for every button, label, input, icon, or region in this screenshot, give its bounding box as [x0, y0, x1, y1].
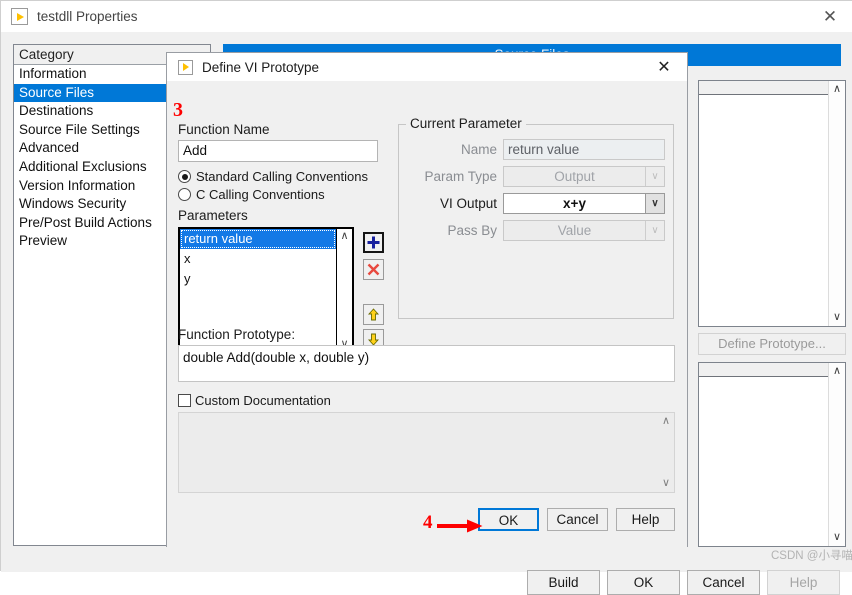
radio-c-calling-conventions-label: C Calling Conventions: [196, 187, 325, 202]
chevron-down-icon: ∨: [661, 477, 671, 489]
parent-window-title: testdll Properties: [37, 9, 138, 24]
custom-documentation-textarea: ∧ ∨: [178, 412, 675, 493]
close-icon[interactable]: ✕: [647, 53, 681, 81]
vi-output-value: x+y: [563, 196, 586, 211]
radio-icon-unselected[interactable]: [178, 188, 191, 201]
always-included-listbox[interactable]: ∧ ∨: [698, 362, 846, 547]
chevron-down-icon[interactable]: ∨: [833, 529, 841, 546]
pass-by-dropdown: Value ∨: [503, 220, 665, 241]
pass-by-value: Value: [557, 223, 592, 238]
move-parameter-up-button[interactable]: [363, 304, 384, 325]
vi-output-label: VI Output: [439, 196, 497, 211]
chevron-up-icon[interactable]: ∧: [340, 229, 348, 244]
param-type-dropdown: Output ∨: [503, 166, 665, 187]
labview-vi-icon: [11, 8, 28, 25]
chevron-down-icon[interactable]: ∨: [833, 309, 841, 326]
exported-vis-listbox-body[interactable]: [699, 95, 845, 325]
exported-vis-listbox-header: [699, 81, 845, 95]
dialog-title: Define VI Prototype: [202, 59, 320, 75]
exported-vis-scrollbar[interactable]: ∧ ∨: [828, 81, 845, 326]
param-type-value: Output: [554, 169, 595, 184]
param-type-label: Param Type: [424, 169, 497, 184]
chevron-up-icon[interactable]: ∧: [833, 81, 841, 98]
parameter-item-return-value[interactable]: return value: [180, 229, 336, 249]
dialog-help-button[interactable]: Help: [616, 508, 675, 531]
chevron-down-icon: ∨: [645, 167, 664, 186]
chevron-up-icon: ∧: [661, 415, 671, 427]
parameters-scrollbar[interactable]: ∧ ∨: [336, 229, 352, 352]
annotation-red-arrow: [437, 519, 483, 533]
function-prototype-label: Function Prototype:: [178, 327, 296, 342]
always-included-listbox-header: [699, 363, 845, 377]
x-icon: [367, 263, 380, 276]
parent-ok-button[interactable]: OK: [607, 570, 680, 595]
parameters-label: Parameters: [178, 208, 248, 223]
custom-documentation-checkbox-row[interactable]: Custom Documentation: [178, 393, 331, 408]
radio-standard-calling-conventions-label: Standard Calling Conventions: [196, 169, 368, 184]
dialog-titlebar: Define VI Prototype ✕: [167, 53, 687, 81]
parent-titlebar: testdll Properties ✕: [1, 1, 852, 32]
always-included-scrollbar[interactable]: ∧ ∨: [828, 363, 845, 546]
function-name-input[interactable]: Add: [178, 140, 378, 162]
build-button[interactable]: Build: [527, 570, 600, 595]
dialog-ok-button[interactable]: OK: [478, 508, 539, 531]
exported-vis-listbox[interactable]: ∧ ∨: [698, 80, 846, 327]
always-included-listbox-body[interactable]: [699, 377, 845, 545]
annotation-step-3: 3: [173, 99, 183, 121]
current-parameter-legend: Current Parameter: [406, 116, 526, 131]
define-prototype-button[interactable]: Define Prototype...: [698, 333, 846, 355]
vi-output-dropdown[interactable]: x+y ∨: [503, 193, 665, 214]
arrow-up-icon: [367, 308, 380, 321]
parent-help-button: Help: [767, 570, 840, 595]
dialog-body: 3 Function Name Add Standard Calling Con…: [167, 81, 687, 548]
chevron-down-icon: ∨: [645, 221, 664, 240]
labview-vi-icon: [178, 59, 193, 75]
dialog-cancel-button[interactable]: Cancel: [547, 508, 608, 531]
define-vi-prototype-dialog: Define VI Prototype ✕ 3 Function Name Ad…: [166, 52, 688, 548]
radio-c-calling-conventions[interactable]: C Calling Conventions: [178, 187, 325, 202]
add-parameter-button[interactable]: [363, 232, 384, 253]
parameter-item-y[interactable]: y: [180, 269, 336, 289]
function-name-label: Function Name: [178, 122, 270, 137]
close-icon[interactable]: ✕: [807, 1, 852, 32]
pass-by-label: Pass By: [447, 223, 497, 238]
custom-documentation-scrollbar: ∧ ∨: [658, 413, 674, 492]
radio-standard-calling-conventions[interactable]: Standard Calling Conventions: [178, 169, 368, 184]
chevron-up-icon[interactable]: ∧: [833, 363, 841, 380]
parent-cancel-button[interactable]: Cancel: [687, 570, 760, 595]
delete-parameter-button[interactable]: [363, 259, 384, 280]
annotation-step-4: 4: [423, 512, 433, 533]
name-label: Name: [460, 142, 497, 157]
chevron-down-icon[interactable]: ∨: [645, 194, 664, 213]
parameter-name-field: return value: [503, 139, 665, 160]
parameter-item-x[interactable]: x: [180, 249, 336, 269]
custom-documentation-label: Custom Documentation: [195, 393, 331, 408]
function-prototype-field: double Add(double x, double y): [178, 345, 675, 382]
checkbox-icon-unchecked[interactable]: [178, 394, 191, 407]
plus-icon: [367, 236, 380, 249]
radio-icon-selected[interactable]: [178, 170, 191, 183]
